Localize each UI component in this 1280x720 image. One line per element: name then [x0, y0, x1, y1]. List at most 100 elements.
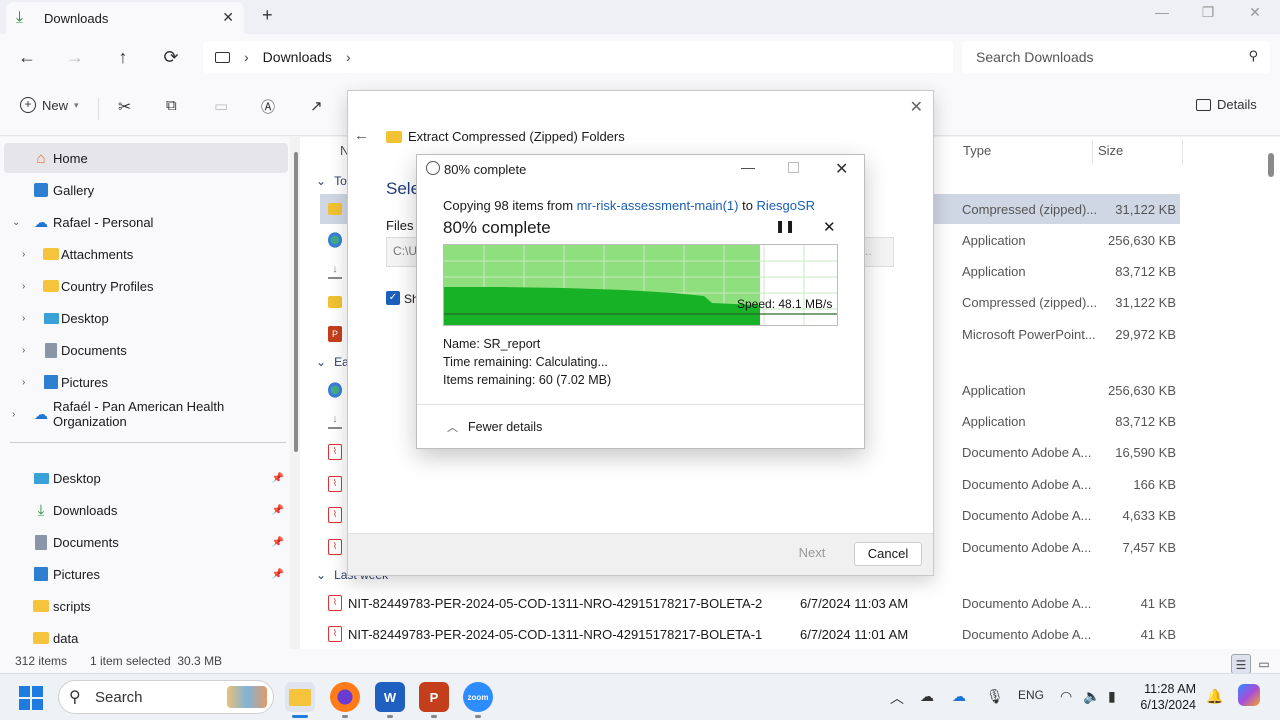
cancel-button[interactable]: Cancel	[854, 542, 922, 566]
chevron-right-icon[interactable]: ›	[22, 377, 25, 388]
back-arrow-icon[interactable]: ←	[354, 127, 369, 144]
file-explorer-icon[interactable]	[285, 682, 315, 712]
content-scrollbar[interactable]	[1268, 153, 1274, 177]
new-button[interactable]: + New ▾	[20, 97, 79, 113]
close-icon[interactable]: ✕	[835, 159, 848, 179]
fewer-details-button[interactable]: ︿ Fewer details	[447, 419, 542, 435]
pin-icon[interactable]: 📌	[272, 569, 284, 580]
pin-icon[interactable]: 📌	[272, 505, 284, 516]
chevron-right-icon[interactable]: ›	[12, 409, 15, 420]
quick-access-downloads[interactable]: ⤓ Downloads 📌	[0, 495, 288, 525]
chevron-right-icon[interactable]: ›	[244, 49, 249, 65]
sidebar-scrollbar[interactable]	[294, 152, 298, 452]
app-icon	[328, 232, 342, 248]
file-row[interactable]: ⌇ NIT-82449783-PER-2024-05-COD-1311-NRO-…	[320, 588, 1180, 618]
microphone-icon[interactable]: 🎙	[986, 688, 1004, 705]
language-indicator[interactable]: ENG	[1018, 688, 1044, 702]
pause-icon[interactable]: ❚❚	[775, 219, 795, 233]
chevron-right-icon[interactable]: ›	[22, 345, 25, 356]
sidebar-item-label: data	[53, 630, 79, 646]
chevron-down-icon[interactable]: ⌄	[12, 217, 20, 228]
zoom-icon[interactable]: zoom	[463, 682, 493, 712]
share-icon[interactable]: ↗	[310, 97, 323, 115]
onedrive-icon: ☁	[34, 405, 48, 422]
running-indicator	[475, 715, 481, 718]
rename-icon[interactable]: Ⓐ	[261, 97, 275, 117]
speed-label: Speed: 48.1 MB/s	[737, 297, 832, 311]
minimize-icon[interactable]: —	[1142, 4, 1182, 20]
tab-close-icon[interactable]: ✕	[222, 9, 234, 26]
new-tab-button[interactable]: +	[262, 5, 273, 26]
taskbar-search[interactable]: ⚲ Search	[58, 680, 274, 714]
tiles-view-icon[interactable]: ▭	[1254, 654, 1274, 674]
system-clock[interactable]: 11:28 AM 6/13/2024	[1138, 681, 1196, 713]
onedrive-icon[interactable]: ☁	[952, 688, 966, 705]
volume-icon[interactable]: 🔈	[1083, 688, 1100, 705]
chevron-right-icon[interactable]: ›	[22, 313, 25, 324]
up-button[interactable]: ↑	[109, 44, 137, 70]
window-close-icon[interactable]: ✕	[1235, 4, 1275, 21]
chevron-right-icon[interactable]: ›	[22, 281, 25, 292]
sidebar-item-label: Desktop	[53, 470, 101, 486]
paste-icon[interactable]: ▭	[214, 97, 228, 115]
breadcrumb-downloads[interactable]: Downloads	[263, 49, 332, 65]
sidebar-item-pictures[interactable]: › Pictures	[0, 367, 288, 397]
copy-icon[interactable]: ⧉	[166, 97, 177, 114]
show-files-checkbox[interactable]: ✓	[386, 291, 400, 305]
sidebar-item-desktop[interactable]: › Desktop	[0, 303, 288, 333]
windows-start-icon[interactable]	[19, 686, 43, 710]
this-pc-icon[interactable]	[215, 51, 230, 63]
notifications-icon[interactable]: 🔔	[1206, 688, 1223, 705]
forward-button[interactable]: →	[61, 44, 89, 70]
tab-downloads[interactable]: ⤓ Downloads ✕	[6, 2, 244, 34]
sidebar-item-home[interactable]: ⌂ Home	[4, 143, 288, 173]
close-icon[interactable]: ✕	[910, 97, 923, 117]
cut-icon[interactable]: ✂	[118, 97, 131, 117]
chevron-right-icon[interactable]: ›	[346, 49, 351, 65]
sidebar-item-country-profiles[interactable]: › Country Profiles	[0, 271, 288, 301]
details-button[interactable]: Details	[1196, 97, 1257, 112]
sidebar-item-attachments[interactable]: › Attachments	[0, 239, 288, 269]
stop-icon[interactable]: ✕	[823, 218, 836, 236]
quick-access-documents[interactable]: Documents 📌	[0, 527, 288, 557]
chevron-up-icon[interactable]: ︿	[890, 688, 904, 708]
pin-icon[interactable]: 📌	[272, 537, 284, 548]
column-header-size[interactable]: Size	[1098, 143, 1123, 158]
sidebar-item-label: Pictures	[53, 566, 100, 582]
battery-icon[interactable]: ▮	[1108, 688, 1116, 705]
column-separator[interactable]	[1182, 139, 1183, 165]
sidebar-item-onedrive-paho[interactable]: › ☁ Rafaél - Pan American Health Organiz…	[0, 399, 288, 429]
refresh-button[interactable]: ⟳	[157, 44, 185, 70]
sidebar-item-documents[interactable]: › Documents	[0, 335, 288, 365]
powerpoint-icon[interactable]: P	[419, 682, 449, 712]
next-button[interactable]: Next	[778, 542, 846, 566]
quick-access-pictures[interactable]: Pictures 📌	[0, 559, 288, 589]
quick-access-desktop[interactable]: Desktop 📌	[0, 463, 288, 493]
source-folder-link[interactable]: mr-risk-assessment-main(1)	[577, 198, 739, 213]
search-input[interactable]: Search Downloads ⚲	[962, 41, 1270, 73]
pdf-icon: ⌇	[328, 626, 342, 642]
column-header-type[interactable]: Type	[963, 143, 991, 158]
breadcrumb[interactable]: › Downloads ›	[203, 41, 953, 73]
sidebar-item-label: Downloads	[53, 502, 118, 518]
destination-folder-link[interactable]: RiesgoSR	[757, 198, 816, 213]
progress-title-bar[interactable]: 80% complete — ✕	[417, 155, 864, 183]
word-icon[interactable]: W	[375, 682, 405, 712]
details-view-icon[interactable]: ☰	[1231, 654, 1251, 674]
pin-icon[interactable]: 📌	[272, 473, 284, 484]
minimize-icon[interactable]: —	[741, 159, 755, 175]
restore-icon[interactable]: ❐	[1188, 4, 1228, 21]
copilot-icon[interactable]	[1238, 684, 1260, 706]
quick-access-scripts[interactable]: scripts	[0, 591, 288, 621]
cloud-sync-icon[interactable]: ☁	[920, 688, 934, 705]
sidebar-item-onedrive-personal[interactable]: ⌄ ☁ Rafael - Personal	[0, 207, 288, 237]
detail-name: Name: SR_report	[443, 337, 540, 351]
sidebar-item-gallery[interactable]: Gallery	[0, 175, 288, 205]
back-button[interactable]: ←	[13, 44, 41, 70]
file-size: 41 KB	[1140, 595, 1176, 611]
firefox-icon[interactable]	[330, 682, 360, 712]
column-separator[interactable]	[1092, 139, 1093, 165]
wifi-icon[interactable]: ◠	[1060, 688, 1072, 705]
chevron-right-icon[interactable]: ›	[22, 249, 25, 260]
file-row[interactable]: ⌇ NIT-82449783-PER-2024-05-COD-1311-NRO-…	[320, 619, 1180, 649]
